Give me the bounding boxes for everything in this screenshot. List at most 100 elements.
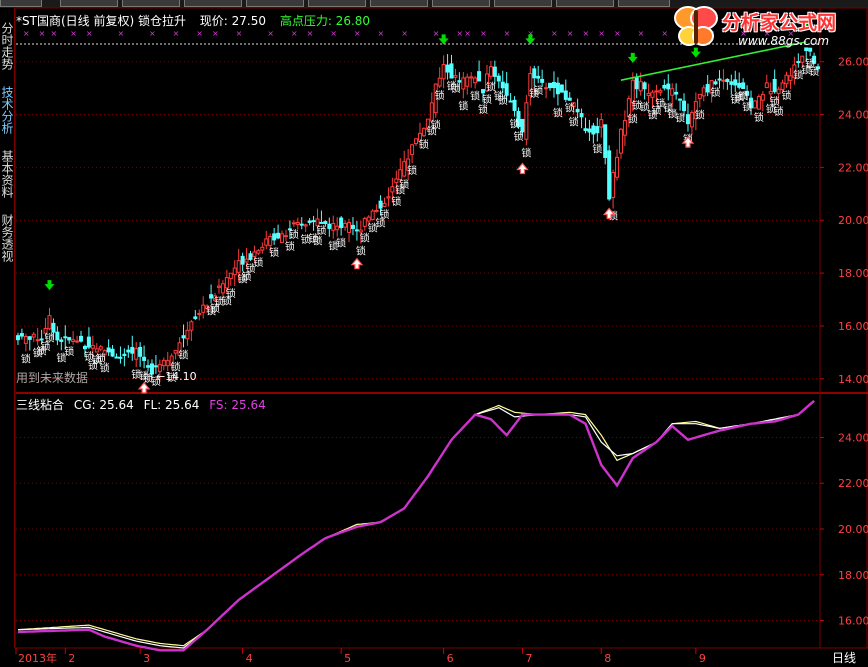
- candle-body: [386, 196, 391, 199]
- x-mark: ×: [583, 29, 590, 38]
- candle-body: [224, 277, 229, 289]
- lock-marker: 锁: [289, 228, 299, 241]
- candle-body: [717, 78, 722, 81]
- candle-body: [555, 82, 560, 95]
- x-mark: ×: [504, 29, 511, 38]
- candle-body: [228, 272, 233, 279]
- sell-arrow-icon: [44, 280, 55, 291]
- candle-body: [697, 93, 702, 99]
- candle-body: [27, 336, 32, 340]
- candle-body: [772, 78, 777, 93]
- candle-body: [295, 221, 300, 225]
- candle-body: [414, 138, 419, 145]
- candle-body: [477, 71, 482, 82]
- candle-body: [59, 339, 64, 342]
- candle-body: [737, 82, 742, 88]
- lock-marker: 锁: [285, 240, 295, 253]
- candle-body: [524, 102, 529, 140]
- lock-marker: 锁: [380, 208, 390, 221]
- candle-body: [567, 97, 572, 101]
- candle-body: [264, 238, 269, 246]
- candle-body: [630, 79, 635, 104]
- period-label: 日线: [832, 651, 856, 665]
- candle-body: [280, 233, 285, 243]
- candle-body: [678, 98, 683, 101]
- indicator-header: 三线粘合 CG: 25.64 FL: 25.64 FS: 25.64: [16, 396, 266, 413]
- lock-marker: 锁: [498, 94, 508, 107]
- candle-body: [504, 83, 509, 96]
- indicator-line-fs: [17, 399, 815, 652]
- buy-arrow-icon: [350, 257, 364, 270]
- x-tick-label: 9: [699, 652, 706, 665]
- y-tick-label: 20.00: [838, 214, 868, 227]
- lock-marker: 锁: [253, 256, 263, 269]
- candle-body: [575, 108, 580, 113]
- lock-marker: 锁: [521, 146, 531, 159]
- candle-body: [71, 339, 76, 343]
- candle-body: [354, 229, 359, 232]
- candle-body: [599, 119, 604, 128]
- x-mark: ×: [236, 29, 243, 38]
- candle-body: [752, 100, 757, 109]
- candle-body: [685, 114, 690, 125]
- candle-body: [291, 222, 296, 225]
- x-mark: ×: [196, 29, 203, 38]
- fs-label: FS: 25.64: [209, 398, 266, 412]
- candle-body: [39, 338, 44, 341]
- candle-body: [303, 224, 308, 227]
- candle-body: [146, 365, 151, 368]
- lock-marker: 锁: [316, 224, 326, 237]
- lock-marker: 锁: [569, 116, 579, 129]
- candle-body: [319, 221, 324, 224]
- candle-body: [796, 61, 801, 64]
- x-tick-label: 6: [447, 652, 454, 665]
- lock-marker: 锁: [64, 345, 74, 358]
- candle-body: [382, 202, 387, 207]
- indicator-name: 三线粘合: [16, 398, 65, 412]
- x-mark: ×: [212, 29, 219, 38]
- lock-marker: 锁: [782, 89, 792, 102]
- chart-canvas[interactable]: ×××××××××××××××××××××××××××××××××××× 锁锁锁…: [0, 0, 868, 667]
- candle-body: [350, 224, 355, 229]
- upper-grid: [16, 61, 820, 380]
- candle-body: [583, 128, 588, 131]
- candle-body: [776, 88, 781, 94]
- candle-body: [729, 81, 734, 85]
- candle-body: [508, 100, 513, 103]
- future-data-note: 用到未来数据: [16, 371, 89, 385]
- candle-body: [272, 233, 277, 241]
- x-mark: ×: [464, 29, 471, 38]
- buy-arrow-icon: [516, 162, 529, 175]
- candle-body: [544, 87, 549, 90]
- lock-marker: 锁: [226, 287, 236, 300]
- candle-body: [252, 251, 257, 257]
- candle-body: [181, 335, 186, 339]
- upper-y-axis: 26.00 24.00 22.00 20.00 18.00 16.00 14.00: [820, 56, 868, 386]
- candle-body: [488, 66, 493, 77]
- candle-body: [563, 90, 568, 100]
- candle-body: [674, 91, 679, 95]
- candle-body: [268, 235, 273, 246]
- candle-body: [126, 349, 131, 353]
- candle-body: [689, 112, 694, 128]
- candlestick-series: [15, 47, 821, 383]
- candle-body: [244, 258, 249, 263]
- candle-body: [283, 235, 288, 238]
- lock-marker: 锁: [482, 93, 492, 106]
- candle-body: [394, 178, 399, 184]
- sell-arrow-icon: [438, 34, 449, 45]
- candle-body: [788, 75, 793, 81]
- candle-body: [185, 329, 190, 340]
- x-mark: ×: [291, 29, 298, 38]
- candle-body: [299, 223, 304, 226]
- butterfly-icon: [674, 6, 718, 46]
- indicator-lines: [17, 399, 815, 652]
- x-mark: ×: [267, 29, 274, 38]
- candle-body: [587, 128, 592, 133]
- candle-body: [500, 81, 505, 89]
- candle-body: [114, 356, 119, 359]
- candle-body: [209, 294, 214, 299]
- candle-body: [307, 220, 312, 223]
- lock-marker: 锁: [695, 109, 705, 122]
- candle-body: [780, 82, 785, 90]
